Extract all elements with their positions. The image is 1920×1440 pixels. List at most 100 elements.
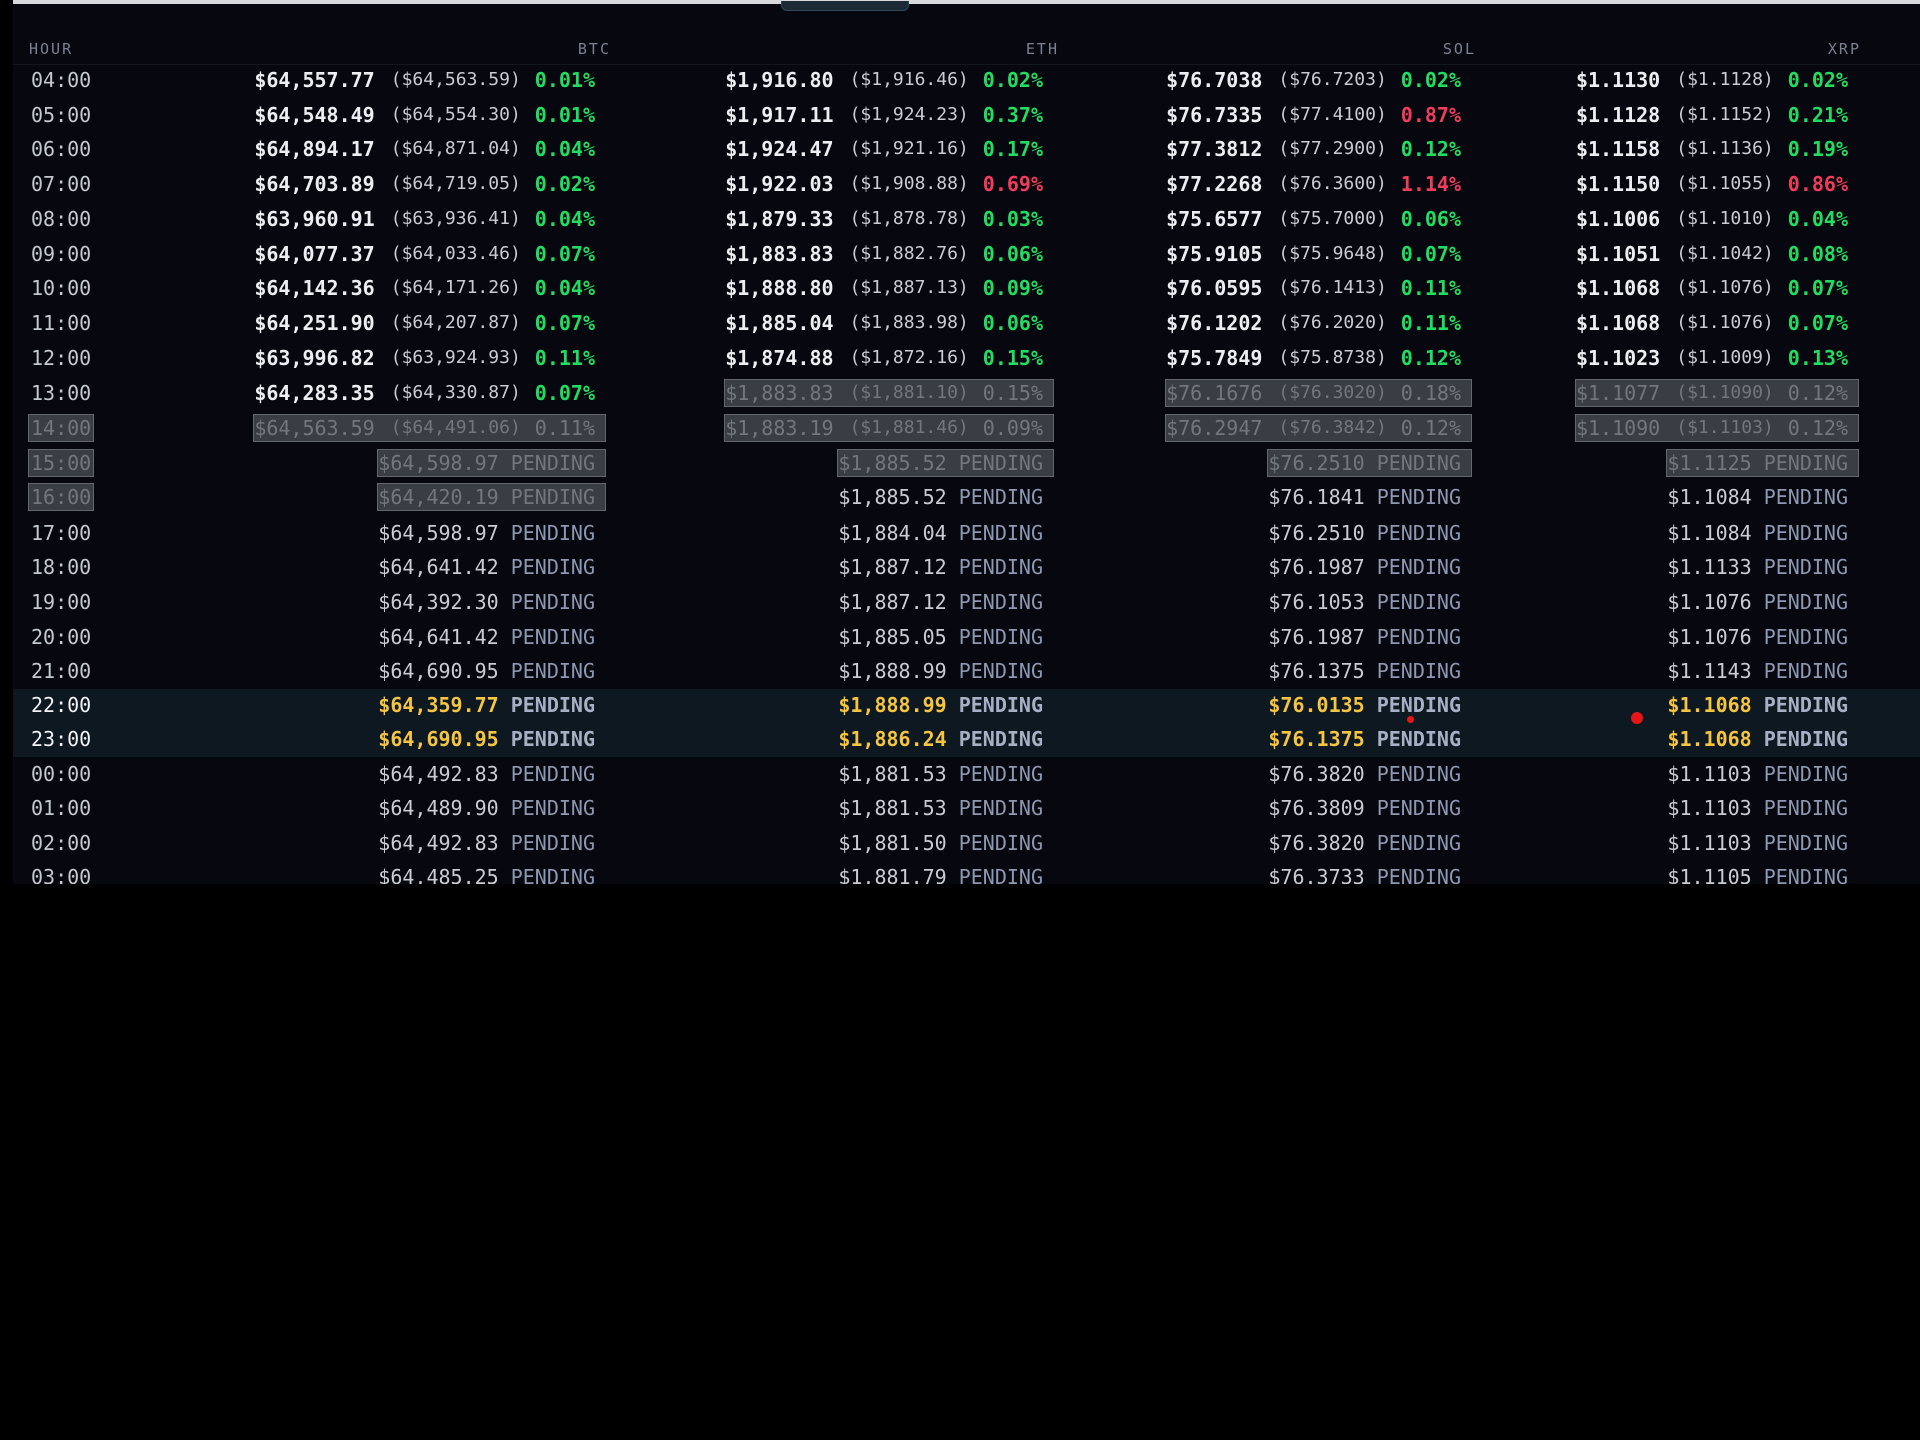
btc-price-cell[interactable]: $64,690.95 PENDING bbox=[378, 726, 605, 752]
xrp-price-cell[interactable]: $1.1068 PENDING bbox=[1667, 726, 1858, 752]
sol-price-cell[interactable]: $75.7849 ($75.8738) 0.12% bbox=[1166, 345, 1471, 371]
xrp-price-cell[interactable]: $1.1068 ($1.1076) 0.07% bbox=[1576, 275, 1858, 301]
xrp-price-cell[interactable]: $1.1103 PENDING bbox=[1667, 761, 1858, 787]
eth-price-cell[interactable]: $1,881.79 PENDING bbox=[838, 864, 1053, 884]
xrp-price-cell[interactable]: $1.1133 PENDING bbox=[1667, 554, 1858, 580]
btc-price-cell[interactable]: $64,641.42 PENDING bbox=[378, 554, 605, 580]
xrp-price-cell[interactable]: $1.1076 PENDING bbox=[1667, 624, 1858, 650]
eth-price-cell[interactable]: $1,885.52 PENDING bbox=[837, 449, 1054, 477]
btc-price-cell[interactable]: $64,598.97 PENDING bbox=[378, 520, 605, 546]
header-xrp[interactable]: XRP bbox=[1828, 40, 1861, 58]
btc-price-cell[interactable]: $64,077.37 ($64,033.46) 0.07% bbox=[254, 241, 605, 267]
sol-price-cell[interactable]: $76.0595 ($76.1413) 0.11% bbox=[1166, 275, 1471, 301]
btc-price-cell[interactable]: $64,359.77 PENDING bbox=[378, 692, 605, 718]
sol-price-cell[interactable]: $76.3820 PENDING bbox=[1268, 830, 1471, 856]
btc-price-cell[interactable]: $64,598.97 PENDING bbox=[377, 449, 606, 477]
sol-price-cell[interactable]: $75.6577 ($75.7000) 0.06% bbox=[1166, 206, 1471, 232]
btc-price-cell[interactable]: $63,960.91 ($63,936.41) 0.04% bbox=[254, 206, 605, 232]
eth-price-cell[interactable]: $1,883.19 ($1,881.46) 0.09% bbox=[724, 414, 1054, 442]
eth-price-cell[interactable]: $1,881.50 PENDING bbox=[838, 830, 1053, 856]
sol-price-cell[interactable]: $76.1987 PENDING bbox=[1268, 624, 1471, 650]
xrp-price-cell[interactable]: $1.1077 ($1.1090) 0.12% bbox=[1574, 379, 1860, 407]
btc-price-cell[interactable]: $64,251.90 ($64,207.87) 0.07% bbox=[254, 310, 605, 336]
eth-price-cell[interactable]: $1,883.83 ($1,881.10) 0.15% bbox=[724, 379, 1054, 407]
eth-price-cell[interactable]: $1,887.12 PENDING bbox=[838, 589, 1053, 615]
eth-price-cell[interactable]: $1,881.53 PENDING bbox=[838, 795, 1053, 821]
xrp-price-cell[interactable]: $1.1103 PENDING bbox=[1667, 795, 1858, 821]
eth-price-cell[interactable]: $1,879.33 ($1,878.78) 0.03% bbox=[725, 206, 1053, 232]
sol-price-cell[interactable]: $77.3812 ($77.2900) 0.12% bbox=[1166, 136, 1471, 162]
header-sol[interactable]: SOL bbox=[1443, 40, 1476, 58]
eth-price-cell[interactable]: $1,874.88 ($1,872.16) 0.15% bbox=[725, 345, 1053, 371]
sol-price-cell[interactable]: $76.1202 ($76.2020) 0.11% bbox=[1166, 310, 1471, 336]
btc-price-cell[interactable]: $64,492.83 PENDING bbox=[378, 830, 605, 856]
xrp-price-cell[interactable]: $1.1105 PENDING bbox=[1667, 864, 1858, 884]
xrp-price-cell[interactable]: $1.1006 ($1.1010) 0.04% bbox=[1576, 206, 1858, 232]
eth-price-cell[interactable]: $1,884.04 PENDING bbox=[838, 520, 1053, 546]
eth-price-cell[interactable]: $1,888.80 ($1,887.13) 0.09% bbox=[725, 275, 1053, 301]
xrp-price-cell[interactable]: $1.1158 ($1.1136) 0.19% bbox=[1576, 136, 1858, 162]
xrp-price-cell[interactable]: $1.1090 ($1.1103) 0.12% bbox=[1574, 414, 1860, 442]
eth-price-cell[interactable]: $1,881.53 PENDING bbox=[838, 761, 1053, 787]
xrp-price-cell[interactable]: $1.1068 PENDING bbox=[1667, 692, 1858, 718]
eth-price-cell[interactable]: $1,886.24 PENDING bbox=[838, 726, 1053, 752]
sol-price-cell[interactable]: $76.1375 PENDING bbox=[1268, 726, 1471, 752]
btc-price-cell[interactable]: $64,492.83 PENDING bbox=[378, 761, 605, 787]
btc-price-cell[interactable]: $64,557.77 ($64,563.59) 0.01% bbox=[254, 67, 605, 93]
eth-price-cell[interactable]: $1,916.80 ($1,916.46) 0.02% bbox=[725, 67, 1053, 93]
sol-price-cell[interactable]: $75.9105 ($75.9648) 0.07% bbox=[1166, 241, 1471, 267]
eth-price-cell[interactable]: $1,885.05 PENDING bbox=[838, 624, 1053, 650]
btc-price-cell[interactable]: $64,489.90 PENDING bbox=[378, 795, 605, 821]
sol-price-cell[interactable]: $76.1987 PENDING bbox=[1268, 554, 1471, 580]
btc-price-cell[interactable]: $64,690.95 PENDING bbox=[378, 658, 605, 684]
btc-price-cell[interactable]: $63,996.82 ($63,924.93) 0.11% bbox=[254, 345, 605, 371]
eth-price-cell[interactable]: $1,883.83 ($1,882.76) 0.06% bbox=[725, 241, 1053, 267]
sol-price-cell[interactable]: $76.3809 PENDING bbox=[1268, 795, 1471, 821]
sol-price-cell[interactable]: $76.1375 PENDING bbox=[1268, 658, 1471, 684]
sol-price-cell[interactable]: $76.1053 PENDING bbox=[1268, 589, 1471, 615]
sol-price-cell[interactable]: $76.3820 PENDING bbox=[1268, 761, 1471, 787]
sol-price-cell[interactable]: $76.1841 PENDING bbox=[1268, 484, 1471, 510]
btc-price-cell[interactable]: $64,283.35 ($64,330.87) 0.07% bbox=[254, 380, 605, 406]
sol-price-cell[interactable]: $76.3733 PENDING bbox=[1268, 864, 1471, 884]
eth-price-cell[interactable]: $1,888.99 PENDING bbox=[838, 658, 1053, 684]
eth-price-cell[interactable]: $1,885.52 PENDING bbox=[838, 484, 1053, 510]
sol-price-cell[interactable]: $76.2510 PENDING bbox=[1267, 449, 1472, 477]
eth-price-cell[interactable]: $1,917.11 ($1,924.23) 0.37% bbox=[725, 102, 1053, 128]
xrp-price-cell[interactable]: $1.1084 PENDING bbox=[1667, 520, 1858, 546]
btc-price-cell[interactable]: $64,392.30 PENDING bbox=[378, 589, 605, 615]
eth-price-cell[interactable]: $1,888.99 PENDING bbox=[838, 692, 1053, 718]
header-eth[interactable]: ETH bbox=[1026, 40, 1059, 58]
eth-price-cell[interactable]: $1,885.04 ($1,883.98) 0.06% bbox=[725, 310, 1053, 336]
eth-price-cell[interactable]: $1,922.03 ($1,908.88) 0.69% bbox=[725, 171, 1053, 197]
btc-price-cell[interactable]: $64,142.36 ($64,171.26) 0.04% bbox=[254, 275, 605, 301]
eth-price-cell[interactable]: $1,924.47 ($1,921.16) 0.17% bbox=[725, 136, 1053, 162]
xrp-price-cell[interactable]: $1.1128 ($1.1152) 0.21% bbox=[1576, 102, 1858, 128]
xrp-price-cell[interactable]: $1.1076 PENDING bbox=[1667, 589, 1858, 615]
sol-price-cell[interactable]: $76.0135 PENDING bbox=[1268, 692, 1471, 718]
sol-price-cell[interactable]: $76.7038 ($76.7203) 0.02% bbox=[1166, 67, 1471, 93]
sol-price-cell[interactable]: $77.2268 ($76.3600) 1.14% bbox=[1166, 171, 1471, 197]
xrp-price-cell[interactable]: $1.1125 PENDING bbox=[1666, 449, 1859, 477]
btc-price-cell[interactable]: $64,894.17 ($64,871.04) 0.04% bbox=[254, 136, 605, 162]
eth-price-cell[interactable]: $1,887.12 PENDING bbox=[838, 554, 1053, 580]
btc-price-cell[interactable]: $64,563.59 ($64,491.06) 0.11% bbox=[253, 414, 606, 442]
sol-price-cell[interactable]: $76.1676 ($76.3020) 0.18% bbox=[1165, 379, 1472, 407]
header-btc[interactable]: BTC bbox=[578, 40, 611, 58]
sol-price-cell[interactable]: $76.2947 ($76.3842) 0.12% bbox=[1165, 414, 1472, 442]
btc-price-cell[interactable]: $64,420.19 PENDING bbox=[377, 483, 606, 511]
xrp-price-cell[interactable]: $1.1150 ($1.1055) 0.86% bbox=[1576, 171, 1858, 197]
xrp-price-cell[interactable]: $1.1130 ($1.1128) 0.02% bbox=[1576, 67, 1858, 93]
btc-price-cell[interactable]: $64,641.42 PENDING bbox=[378, 624, 605, 650]
xrp-price-cell[interactable]: $1.1143 PENDING bbox=[1667, 658, 1858, 684]
drag-tab-handle[interactable] bbox=[781, 1, 909, 11]
btc-price-cell[interactable]: $64,485.25 PENDING bbox=[378, 864, 605, 884]
xrp-price-cell[interactable]: $1.1051 ($1.1042) 0.08% bbox=[1576, 241, 1858, 267]
xrp-price-cell[interactable]: $1.1103 PENDING bbox=[1667, 830, 1858, 856]
xrp-price-cell[interactable]: $1.1023 ($1.1009) 0.13% bbox=[1576, 345, 1858, 371]
sol-price-cell[interactable]: $76.2510 PENDING bbox=[1268, 520, 1471, 546]
btc-price-cell[interactable]: $64,703.89 ($64,719.05) 0.02% bbox=[254, 171, 605, 197]
xrp-price-cell[interactable]: $1.1084 PENDING bbox=[1667, 484, 1858, 510]
sol-price-cell[interactable]: $76.7335 ($77.4100) 0.87% bbox=[1166, 102, 1471, 128]
btc-price-cell[interactable]: $64,548.49 ($64,554.30) 0.01% bbox=[254, 102, 605, 128]
